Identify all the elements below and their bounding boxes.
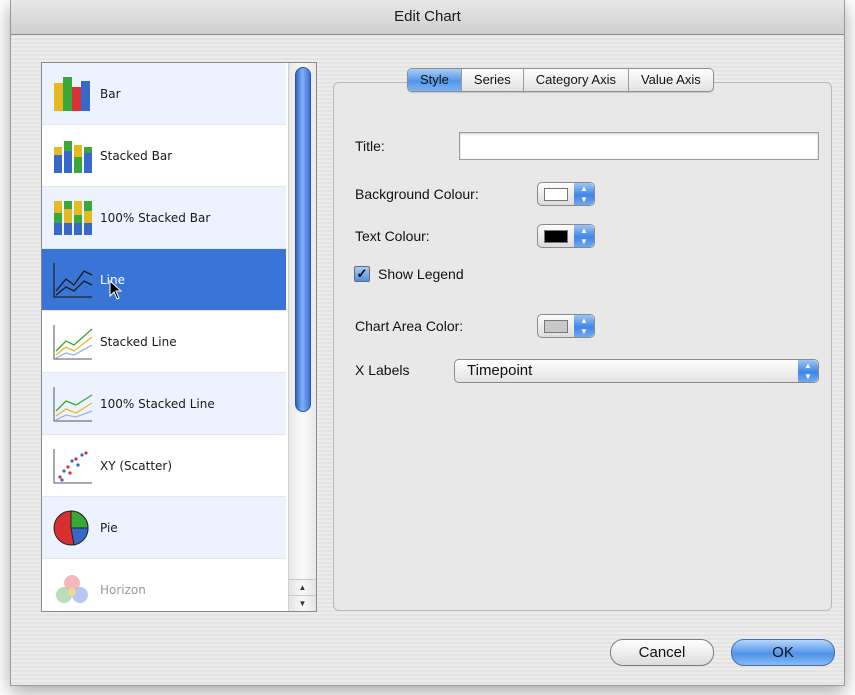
chart-type-label: Pie (100, 520, 118, 535)
line-chart-icon (53, 263, 93, 298)
edit-chart-dialog: Edit Chart Bar Stacked Bar 100% Stacked … (10, 0, 845, 686)
chart-type-stacked-bar[interactable]: Stacked Bar (42, 125, 286, 187)
bar-chart-icon (54, 77, 90, 111)
chart-type-horizon[interactable]: Horizon (42, 559, 286, 611)
text-colour-picker[interactable]: ▲ ▼ (537, 224, 595, 248)
stacked-line-chart-icon (53, 325, 93, 360)
chart-type-label: Horizon (100, 582, 146, 597)
chart-area-color-label: Chart Area Color: (355, 318, 464, 334)
stepper-arrows-icon: ▲ ▼ (574, 315, 594, 337)
stacked-bar-chart-icon (54, 141, 92, 173)
x-labels-label: X Labels (355, 362, 410, 378)
chart-type-label: Stacked Line (100, 334, 177, 349)
chart-area-color-swatch (544, 320, 568, 333)
ok-button[interactable]: OK (731, 639, 835, 666)
horizon-chart-icon (56, 575, 88, 603)
chart-type-line[interactable]: Line (42, 249, 286, 311)
title-input[interactable] (459, 132, 819, 160)
show-legend-checkbox[interactable]: ✓ (354, 266, 370, 282)
background-colour-label: Background Colour: (355, 186, 479, 202)
percent-stacked-bar-chart-icon (54, 201, 92, 235)
chart-area-color-picker[interactable]: ▲ ▼ (537, 314, 595, 338)
chart-list-scrollbar[interactable]: ▲ ▼ (288, 63, 316, 611)
tab-style[interactable]: Style (408, 69, 462, 91)
scrollbar-thumb[interactable] (295, 67, 311, 412)
chart-type-rows: Bar Stacked Bar 100% Stacked Bar Line St… (42, 63, 286, 611)
scroll-down-arrow-icon[interactable]: ▼ (289, 595, 316, 611)
chart-type-100-stacked-line[interactable]: 100% Stacked Line (42, 373, 286, 435)
chart-type-xy-scatter[interactable]: XY (Scatter) (42, 435, 286, 497)
tab-value-axis[interactable]: Value Axis (629, 69, 713, 91)
title-bar: Edit Chart (11, 0, 844, 35)
background-colour-picker[interactable]: ▲ ▼ (537, 182, 595, 206)
stepper-arrows-icon: ▲ ▼ (574, 183, 594, 205)
chart-type-label: 100% Stacked Bar (100, 210, 211, 225)
x-labels-select[interactable]: Timepoint ▲ ▼ (454, 359, 819, 383)
chart-type-label: Stacked Bar (100, 148, 173, 163)
chart-type-100-stacked-bar[interactable]: 100% Stacked Bar (42, 187, 286, 249)
text-colour-swatch (544, 230, 568, 243)
percent-stacked-line-chart-icon (53, 387, 93, 422)
text-colour-label: Text Colour: (355, 228, 430, 244)
chart-type-stacked-line[interactable]: Stacked Line (42, 311, 286, 373)
tab-bar: Style Series Category Axis Value Axis (407, 68, 714, 92)
stepper-arrows-icon: ▲ ▼ (574, 225, 594, 247)
window-title: Edit Chart (394, 8, 461, 25)
tab-series[interactable]: Series (462, 69, 524, 91)
mouse-pointer-icon (109, 280, 123, 300)
chart-type-label: 100% Stacked Line (100, 396, 215, 411)
scatter-chart-icon (53, 449, 92, 484)
style-panel (333, 82, 832, 611)
title-label: Title: (355, 138, 385, 154)
select-arrows-icon: ▲ ▼ (798, 360, 818, 382)
show-legend-label: Show Legend (378, 266, 464, 282)
background-colour-swatch (544, 188, 568, 201)
chart-type-label: Bar (100, 86, 121, 101)
chart-type-bar[interactable]: Bar (42, 63, 286, 125)
scroll-up-arrow-icon[interactable]: ▲ (289, 579, 316, 595)
chart-type-pie[interactable]: Pie (42, 497, 286, 559)
chart-type-list[interactable]: Bar Stacked Bar 100% Stacked Bar Line St… (41, 62, 317, 612)
pie-chart-icon (53, 510, 89, 546)
chart-type-label: XY (Scatter) (100, 458, 173, 473)
x-labels-value: Timepoint (467, 362, 533, 379)
cancel-button[interactable]: Cancel (610, 639, 714, 666)
tab-category-axis[interactable]: Category Axis (524, 69, 629, 91)
